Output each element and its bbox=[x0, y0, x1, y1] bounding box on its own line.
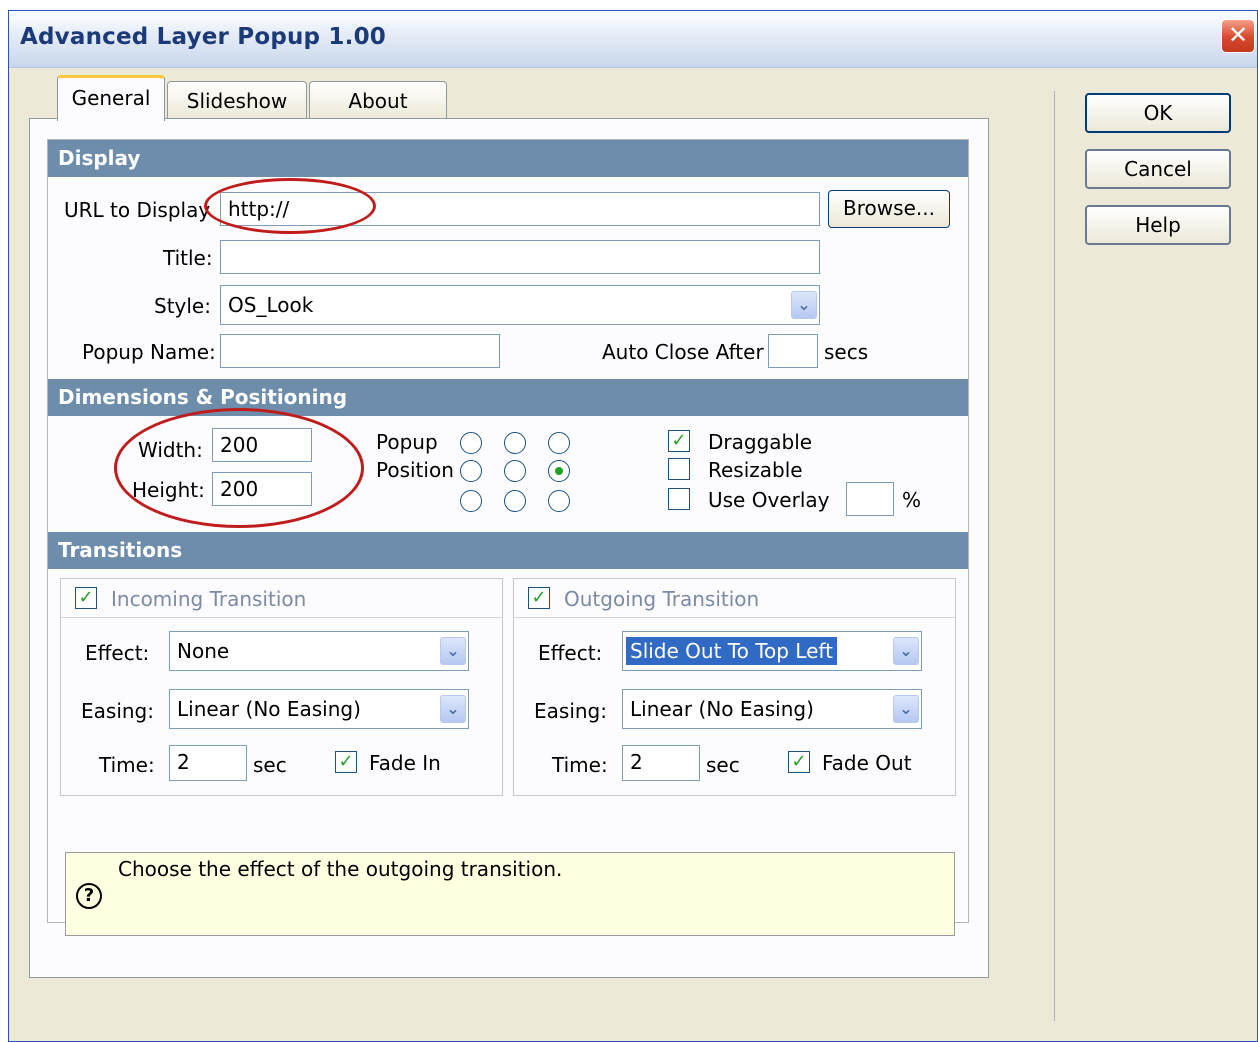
position-top-center-radio[interactable] bbox=[504, 432, 526, 454]
outgoing-time-input[interactable]: 2 bbox=[622, 745, 700, 781]
incoming-effect-value: None bbox=[177, 639, 230, 663]
question-icon: ? bbox=[76, 883, 102, 909]
divider bbox=[1054, 91, 1055, 1021]
position-top-left-radio[interactable] bbox=[460, 432, 482, 454]
style-value: OS_Look bbox=[228, 293, 314, 317]
auto-close-input[interactable] bbox=[768, 334, 818, 368]
chevron-down-icon[interactable]: ⌄ bbox=[791, 291, 817, 319]
fade-in-label: Fade In bbox=[369, 751, 441, 775]
incoming-group-header: ✓ Incoming Transition bbox=[61, 579, 502, 618]
tab-general[interactable]: General bbox=[57, 75, 165, 121]
percent-label: % bbox=[902, 488, 922, 512]
position-middle-right-radio[interactable] bbox=[548, 460, 570, 482]
draggable-checkbox[interactable]: ✓ bbox=[668, 430, 690, 452]
hint-box: ? Choose the effect of the outgoing tran… bbox=[65, 852, 955, 936]
title-bar: Advanced Layer Popup 1.00 ✕ bbox=[9, 11, 1257, 68]
ok-button[interactable]: OK bbox=[1085, 93, 1231, 133]
popup-name-input[interactable] bbox=[220, 334, 500, 368]
secs-label: secs bbox=[824, 340, 869, 364]
cancel-button[interactable]: Cancel bbox=[1085, 149, 1231, 189]
use-overlay-label: Use Overlay bbox=[708, 488, 830, 512]
incoming-easing-select[interactable]: Linear (No Easing) ⌄ bbox=[169, 689, 469, 729]
fade-out-label: Fade Out bbox=[822, 751, 912, 775]
help-button[interactable]: Help bbox=[1085, 205, 1231, 245]
fade-out-checkbox[interactable]: ✓ bbox=[788, 751, 810, 773]
outgoing-sec-label: sec bbox=[706, 753, 740, 777]
chevron-down-icon[interactable]: ⌄ bbox=[893, 695, 919, 723]
outgoing-transition-group: ✓ Outgoing Transition Effect: Slide Out … bbox=[513, 578, 956, 796]
settings-area: Display URL to Display http:// Browse...… bbox=[47, 139, 969, 936]
popup-name-label: Popup Name: bbox=[82, 340, 216, 364]
transitions-section-header: Transitions bbox=[48, 532, 968, 569]
general-panel: Display URL to Display http:// Browse...… bbox=[29, 118, 989, 978]
outgoing-effect-select[interactable]: Slide Out To Top Left ⌄ bbox=[622, 631, 922, 671]
position-label: Position bbox=[376, 458, 454, 482]
title-label: Title: bbox=[163, 246, 213, 270]
position-middle-left-radio[interactable] bbox=[460, 460, 482, 482]
position-bottom-center-radio[interactable] bbox=[504, 490, 526, 512]
chevron-down-icon[interactable]: ⌄ bbox=[893, 637, 919, 665]
close-icon[interactable]: ✕ bbox=[1221, 19, 1255, 53]
incoming-effect-select[interactable]: None ⌄ bbox=[169, 631, 469, 671]
display-section-header: Display bbox=[48, 140, 968, 177]
outgoing-time-label: Time: bbox=[552, 753, 608, 777]
outgoing-effect-label: Effect: bbox=[538, 641, 603, 665]
tab-slideshow[interactable]: Slideshow bbox=[167, 81, 307, 119]
window-title: Advanced Layer Popup 1.00 bbox=[20, 24, 386, 50]
height-label: Height: bbox=[132, 478, 205, 502]
tab-about[interactable]: About bbox=[309, 81, 447, 119]
overlay-percent-input[interactable] bbox=[846, 482, 894, 516]
incoming-enabled-checkbox[interactable]: ✓ bbox=[75, 587, 97, 609]
url-label: URL to Display bbox=[64, 198, 211, 222]
url-input[interactable]: http:// bbox=[220, 192, 820, 226]
position-bottom-left-radio[interactable] bbox=[460, 490, 482, 512]
height-input[interactable]: 200 bbox=[212, 472, 312, 506]
outgoing-easing-select[interactable]: Linear (No Easing) ⌄ bbox=[622, 689, 922, 729]
resizable-label: Resizable bbox=[708, 458, 803, 482]
width-label: Width: bbox=[138, 438, 203, 462]
outgoing-title: Outgoing Transition bbox=[564, 587, 760, 611]
position-bottom-right-radio[interactable] bbox=[548, 490, 570, 512]
outgoing-enabled-checkbox[interactable]: ✓ bbox=[528, 587, 550, 609]
dialog-window: Advanced Layer Popup 1.00 ✕ General Slid… bbox=[8, 10, 1258, 1042]
style-label: Style: bbox=[154, 294, 211, 318]
position-middle-center-radio[interactable] bbox=[504, 460, 526, 482]
draggable-label: Draggable bbox=[708, 430, 813, 454]
title-input[interactable] bbox=[220, 240, 820, 274]
hint-text: Choose the effect of the outgoing transi… bbox=[118, 857, 563, 881]
incoming-easing-label: Easing: bbox=[81, 699, 154, 723]
style-select[interactable]: OS_Look ⌄ bbox=[220, 285, 820, 325]
auto-close-label: Auto Close After bbox=[602, 340, 764, 364]
size-annotation-ellipse bbox=[114, 408, 364, 528]
dimensions-section-header: Dimensions & Positioning bbox=[48, 379, 968, 416]
resizable-checkbox[interactable] bbox=[668, 458, 690, 480]
fade-in-checkbox[interactable]: ✓ bbox=[335, 751, 357, 773]
outgoing-effect-value: Slide Out To Top Left bbox=[626, 637, 837, 665]
use-overlay-checkbox[interactable] bbox=[668, 488, 690, 510]
incoming-time-label: Time: bbox=[99, 753, 155, 777]
chevron-down-icon[interactable]: ⌄ bbox=[440, 637, 466, 665]
chevron-down-icon[interactable]: ⌄ bbox=[440, 695, 466, 723]
outgoing-group-header: ✓ Outgoing Transition bbox=[514, 579, 955, 618]
popup-label: Popup bbox=[376, 430, 438, 454]
incoming-effect-label: Effect: bbox=[85, 641, 150, 665]
position-top-right-radio[interactable] bbox=[548, 432, 570, 454]
incoming-sec-label: sec bbox=[253, 753, 287, 777]
browse-button[interactable]: Browse... bbox=[828, 190, 950, 228]
outgoing-easing-label: Easing: bbox=[534, 699, 607, 723]
incoming-time-input[interactable]: 2 bbox=[169, 745, 247, 781]
outgoing-easing-value: Linear (No Easing) bbox=[630, 697, 814, 721]
incoming-easing-value: Linear (No Easing) bbox=[177, 697, 361, 721]
incoming-transition-group: ✓ Incoming Transition Effect: None ⌄ Eas… bbox=[60, 578, 503, 796]
incoming-title: Incoming Transition bbox=[111, 587, 307, 611]
width-input[interactable]: 200 bbox=[212, 428, 312, 462]
